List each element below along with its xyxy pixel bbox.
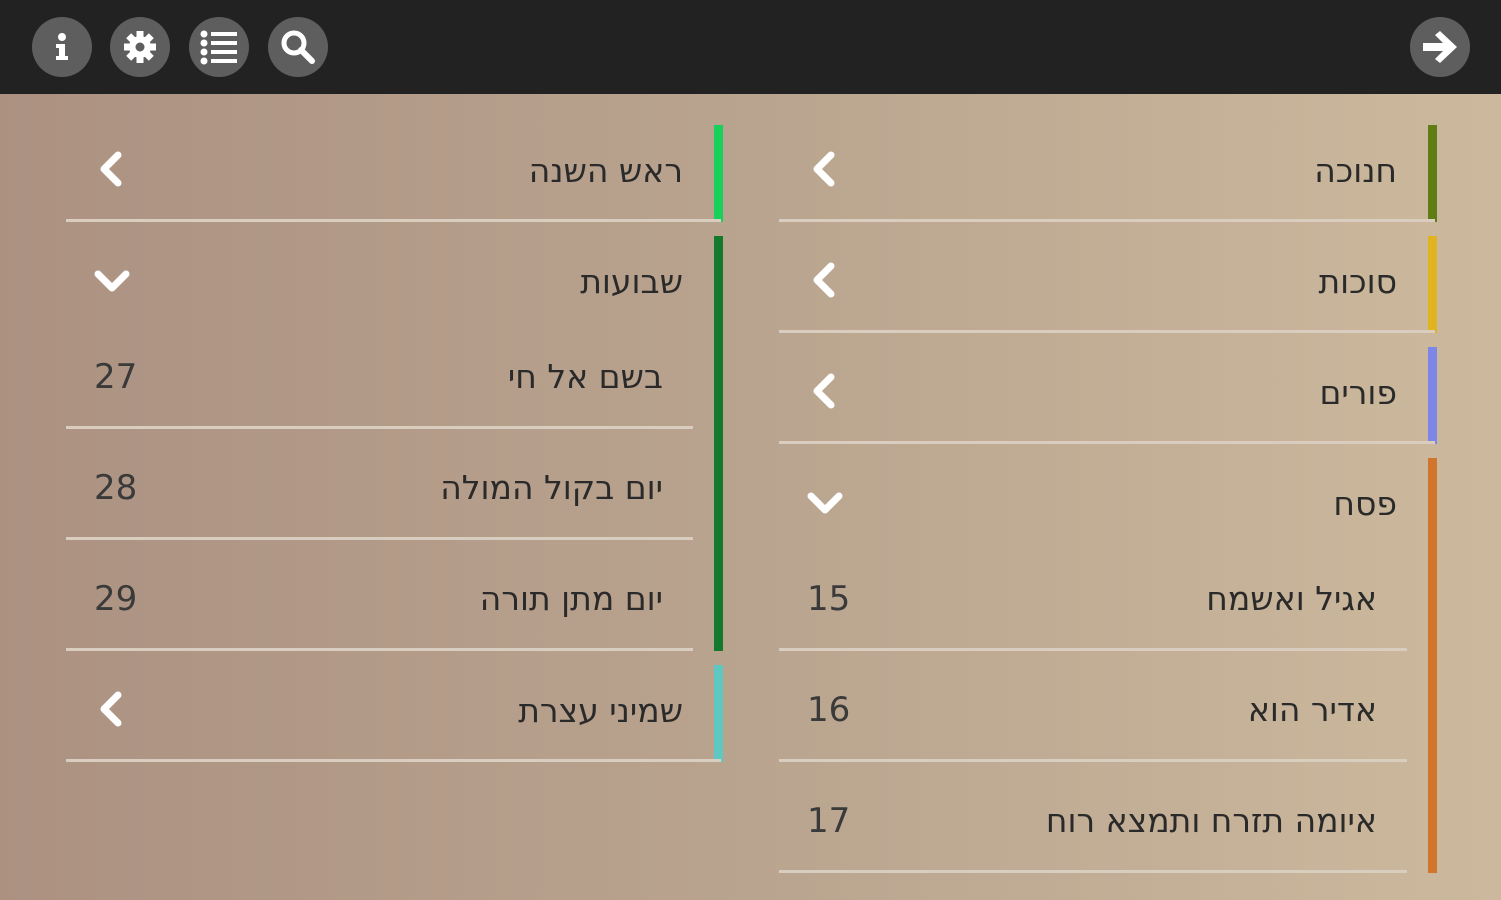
expand-toggle[interactable]: [92, 687, 132, 731]
chevron-left-icon: [100, 691, 122, 727]
song-row[interactable]: יום בקול המולה 28: [66, 443, 693, 540]
search-button[interactable]: [268, 17, 328, 77]
collapse-toggle[interactable]: [92, 258, 132, 302]
category-group: פורים: [779, 347, 1437, 444]
song-row[interactable]: איומה תזרח ותמצא רוח 17: [779, 776, 1407, 873]
category-row[interactable]: פסח: [779, 458, 1435, 554]
song-title: יום מתן תורה: [479, 579, 663, 618]
info-button[interactable]: [32, 17, 92, 77]
top-toolbar: [0, 0, 1501, 94]
song-row[interactable]: אגיל ואשמח 15: [779, 554, 1407, 651]
chevron-left-icon: [100, 151, 122, 187]
category-label: פסח: [1333, 484, 1397, 523]
song-number: 17: [807, 801, 851, 841]
category-row[interactable]: שמיני עצרת: [66, 665, 721, 762]
right-category-column: חנוכה סוכות פורים פסח אגיל ואשמח 15 אדיר הוא 16…: [779, 125, 1437, 887]
song-title: איומה תזרח ותמצא רוח: [1045, 801, 1377, 840]
song-title: יום בקול המולה: [440, 468, 663, 507]
arrow-right-icon: [1423, 31, 1457, 63]
collapse-toggle[interactable]: [805, 480, 845, 524]
search-icon: [281, 30, 315, 64]
chevron-down-icon: [807, 492, 843, 514]
song-row[interactable]: בשם אל חי 27: [66, 332, 693, 429]
expand-toggle[interactable]: [805, 258, 845, 302]
category-group: חנוכה: [779, 125, 1437, 222]
song-number: 28: [94, 468, 138, 508]
chevron-down-icon: [94, 270, 130, 292]
expand-toggle[interactable]: [805, 147, 845, 191]
category-group: שמיני עצרת: [66, 665, 723, 762]
song-title: אדיר הוא: [1247, 690, 1377, 729]
song-title: בשם אל חי: [507, 357, 663, 396]
song-row[interactable]: יום מתן תורה 29: [66, 554, 693, 651]
category-label: שמיני עצרת: [518, 691, 683, 730]
chevron-left-icon: [813, 151, 835, 187]
expand-toggle[interactable]: [805, 369, 845, 413]
gear-icon: [124, 31, 156, 63]
song-title: אגיל ואשמח: [1206, 579, 1377, 618]
category-label: פורים: [1319, 373, 1397, 412]
category-group: סוכות: [779, 236, 1437, 333]
forward-button[interactable]: [1410, 17, 1470, 77]
left-category-column: ראש השנה שבועות בשם אל חי 27 יום בקול המולה 2…: [66, 125, 723, 776]
category-label: ראש השנה: [528, 151, 683, 190]
song-number: 27: [94, 357, 138, 397]
song-number: 15: [807, 579, 851, 619]
category-row[interactable]: שבועות: [66, 236, 721, 332]
song-number: 16: [807, 690, 851, 730]
chevron-left-icon: [813, 373, 835, 409]
list-button[interactable]: [189, 17, 249, 77]
category-label: חנוכה: [1314, 151, 1397, 190]
category-row[interactable]: סוכות: [779, 236, 1435, 333]
list-icon: [200, 30, 237, 65]
category-row[interactable]: ראש השנה: [66, 125, 721, 222]
category-label: סוכות: [1318, 262, 1397, 301]
settings-button[interactable]: [110, 17, 170, 77]
category-group: פסח אגיל ואשמח 15 אדיר הוא 16 איומה תזרח ותמצ…: [779, 458, 1437, 873]
song-row[interactable]: אדיר הוא 16: [779, 665, 1407, 762]
expand-toggle[interactable]: [92, 147, 132, 191]
category-row[interactable]: פורים: [779, 347, 1435, 444]
chevron-left-icon: [813, 262, 835, 298]
category-label: שבועות: [580, 262, 683, 301]
category-group: ראש השנה: [66, 125, 723, 222]
category-row[interactable]: חנוכה: [779, 125, 1435, 222]
song-number: 29: [94, 579, 138, 619]
category-group: שבועות בשם אל חי 27 יום בקול המולה 28 יום מתן…: [66, 236, 723, 651]
info-icon: [56, 33, 68, 60]
